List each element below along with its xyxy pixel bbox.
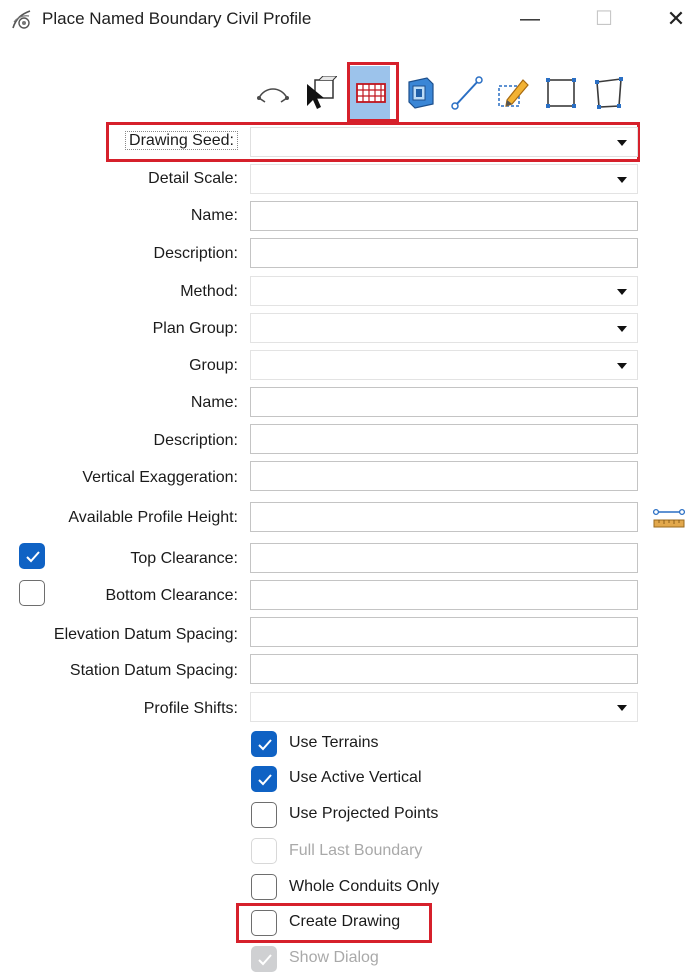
group-dropdown[interactable] (250, 350, 638, 380)
measure-distance-icon[interactable] (652, 506, 686, 532)
description-input[interactable] (250, 238, 638, 268)
window-title: Place Named Boundary Civil Profile (42, 9, 312, 28)
select-element-icon (307, 76, 337, 109)
top-clearance-input[interactable] (250, 543, 638, 573)
use-terrains-checkbox[interactable] (251, 731, 277, 757)
whole-conduits-only-label: Whole Conduits Only (289, 878, 440, 895)
show-dialog-checkbox (251, 946, 277, 972)
bottom-clearance-label: Bottom Clearance: (105, 587, 238, 604)
selected-tool-highlight (347, 62, 399, 122)
vertical-exaggeration-input[interactable] (250, 461, 638, 491)
3d-cut-tool[interactable] (398, 66, 438, 120)
create-drawing-checkbox[interactable] (251, 910, 277, 936)
elevation-datum-spacing-label: Elevation Datum Spacing: (53, 626, 238, 643)
line-tool[interactable] (446, 66, 486, 120)
drawing-seed-label: Drawing Seed: (125, 131, 238, 150)
profile-shifts-label: Profile Shifts: (143, 700, 238, 717)
method-dropdown[interactable] (250, 276, 638, 306)
full-last-boundary-label: Full Last Boundary (289, 842, 423, 859)
select-element-tool[interactable] (298, 66, 338, 120)
minimize-button[interactable]: — (508, 4, 552, 34)
elevation-datum-spacing-input[interactable] (250, 617, 638, 647)
edit-tool[interactable] (492, 66, 532, 120)
available-profile-height-label: Available Profile Height: (68, 509, 238, 526)
rectangle-icon (546, 78, 576, 108)
edit-pencil-icon (498, 79, 529, 107)
shape-icon (595, 77, 623, 109)
profile-shifts-dropdown[interactable] (250, 692, 638, 722)
station-datum-spacing-input[interactable] (250, 654, 638, 684)
create-drawing-label: Create Drawing (289, 913, 401, 930)
bottom-clearance-checkbox[interactable] (19, 580, 45, 606)
available-profile-height-input[interactable] (250, 502, 638, 532)
method-label: Method: (180, 283, 238, 300)
check-icon (258, 954, 272, 966)
sheet-description-input[interactable] (250, 424, 638, 454)
rectangle-tool[interactable] (540, 66, 580, 120)
civil-plan-icon (257, 88, 289, 103)
detail-scale-label: Detail Scale: (148, 170, 238, 187)
top-clearance-checkbox[interactable] (19, 543, 45, 569)
use-projected-points-checkbox[interactable] (251, 802, 277, 828)
bottom-clearance-input[interactable] (250, 580, 638, 610)
whole-conduits-only-checkbox[interactable] (251, 874, 277, 900)
3d-cut-icon (408, 77, 434, 109)
place-boundary-app-icon (12, 10, 31, 29)
chevron-down-icon (617, 326, 627, 332)
chevron-down-icon (617, 705, 627, 711)
line-icon (451, 76, 483, 110)
close-button[interactable]: ✕ (654, 4, 693, 34)
group-label: Group: (189, 357, 238, 374)
vertical-exaggeration-label: Vertical Exaggeration: (82, 469, 238, 486)
chevron-down-icon (617, 289, 627, 295)
description-label: Description: (153, 245, 238, 262)
station-datum-spacing-label: Station Datum Spacing: (69, 662, 238, 679)
name-input[interactable] (250, 201, 638, 231)
detail-scale-dropdown[interactable] (250, 164, 638, 194)
sheet-description-label: Description: (153, 432, 238, 449)
check-icon (26, 551, 40, 563)
shape-tool[interactable] (588, 66, 628, 120)
full-last-boundary-checkbox (251, 838, 277, 864)
check-icon (258, 774, 272, 786)
check-icon (258, 739, 272, 751)
sheet-name-input[interactable] (250, 387, 638, 417)
boundary-method-toolbar (252, 66, 642, 120)
name-label: Name: (190, 207, 238, 224)
title-bar: Place Named Boundary Civil Profile — ☐ ✕ (0, 0, 693, 40)
drawing-seed-dropdown[interactable] (250, 127, 638, 157)
top-clearance-label: Top Clearance: (130, 550, 238, 567)
use-terrains-label: Use Terrains (289, 734, 379, 751)
use-projected-points-label: Use Projected Points (289, 805, 439, 822)
plan-group-dropdown[interactable] (250, 313, 638, 343)
chevron-down-icon (617, 363, 627, 369)
civil-plan-tool[interactable] (252, 66, 292, 120)
chevron-down-icon (617, 177, 627, 183)
maximize-button[interactable]: ☐ (582, 4, 626, 34)
plan-group-label: Plan Group: (152, 320, 238, 337)
use-active-vertical-label: Use Active Vertical (289, 769, 422, 786)
chevron-down-icon (617, 140, 627, 146)
sheet-name-label: Name: (190, 394, 238, 411)
show-dialog-label: Show Dialog (289, 949, 379, 966)
use-active-vertical-checkbox[interactable] (251, 766, 277, 792)
